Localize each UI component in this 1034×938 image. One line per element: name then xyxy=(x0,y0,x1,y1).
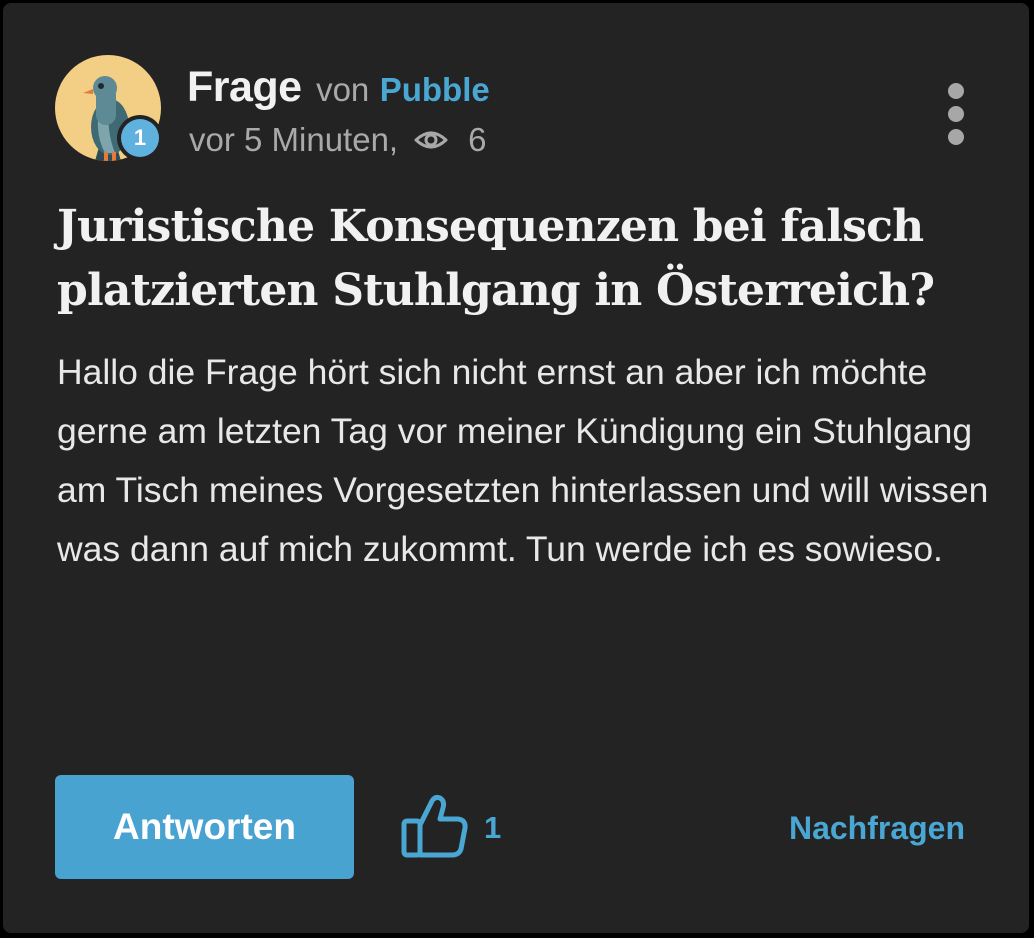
post-time: vor 5 Minuten, xyxy=(189,121,399,158)
like-button[interactable] xyxy=(397,793,471,861)
post-meta-details: vor 5 Minuten, 6 xyxy=(189,117,486,163)
post-meta-header: Frage von Pubble xyxy=(187,59,490,125)
author-level-value: 1 xyxy=(121,119,159,157)
post-type-label: Frage xyxy=(187,63,302,111)
question-body: Hallo die Frage hört sich nicht ernst an… xyxy=(57,352,989,569)
question-card: 1 Frage von Pubble vor 5 Minuten, 6 Juri… xyxy=(3,3,1029,933)
eye-icon xyxy=(414,131,448,149)
thumbs-up-icon xyxy=(401,794,468,858)
followup-link[interactable]: Nachfragen xyxy=(789,803,965,853)
like-count: 1 xyxy=(484,810,502,845)
answer-button[interactable]: Antworten xyxy=(55,775,354,879)
more-vertical-icon[interactable] xyxy=(935,81,977,147)
by-label: von xyxy=(316,71,370,108)
view-count: 6 xyxy=(468,121,487,158)
author-name-link[interactable]: Pubble xyxy=(380,71,490,108)
question-title: Juristische Konsequenzen bei falsch plat… xyxy=(57,201,935,316)
author-level-badge: 1 xyxy=(117,115,163,161)
